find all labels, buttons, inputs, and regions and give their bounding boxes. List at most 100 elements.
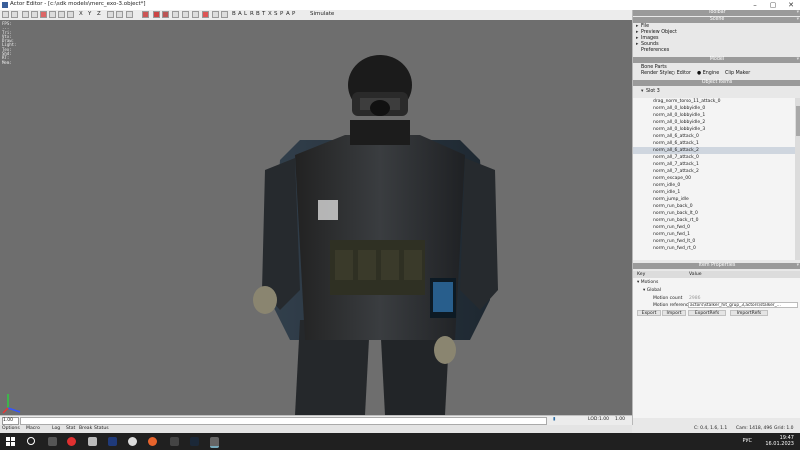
steam-icon[interactable]	[190, 437, 199, 446]
motion-list-scrollbar[interactable]	[795, 98, 800, 260]
terminal-icon[interactable]	[170, 437, 179, 446]
scale-icon[interactable]	[58, 11, 65, 18]
zoom-icon[interactable]	[116, 11, 123, 18]
motion-list-item[interactable]: norm_run_fwd_lt_0	[633, 238, 795, 245]
windows-start-icon[interactable]	[6, 437, 15, 446]
motion-reference-field[interactable]: actors\stalker_hit_grup_3,actors\stalker…	[688, 302, 798, 308]
mode-b[interactable]: B	[232, 11, 236, 17]
camera-icon[interactable]	[126, 11, 133, 18]
actor-editor-taskbar-icon[interactable]	[210, 437, 219, 448]
sound-icon[interactable]	[182, 11, 189, 18]
soldier-model[interactable]	[240, 40, 520, 415]
motion-list-item[interactable]: norm_run_back_0	[633, 203, 795, 210]
snap-icon[interactable]	[67, 11, 74, 18]
motion-list-item[interactable]: norm_run_fwd_0	[633, 224, 795, 231]
motion-list-item[interactable]: norm_idle_0	[633, 182, 795, 189]
motion-list-item[interactable]: norm_run_back_rt_0	[633, 217, 795, 224]
minimize-button[interactable]: –	[746, 0, 764, 10]
mode-b2[interactable]: B	[256, 11, 260, 17]
yandex-browser-icon[interactable]	[67, 437, 76, 446]
mode-l[interactable]: L	[244, 11, 247, 17]
motion-list-item[interactable]: norm_escape_00	[633, 175, 795, 182]
bone-parts-button[interactable]: Bone Parts	[641, 65, 667, 70]
redo-icon[interactable]	[11, 11, 18, 18]
command-line[interactable]	[20, 417, 547, 425]
tab-status[interactable]: Status	[94, 426, 109, 431]
prop-global-node[interactable]: ▾ Global	[643, 288, 661, 293]
motion-list-item[interactable]: norm_all_0_lobbyidle_2	[633, 119, 795, 126]
mode-x[interactable]: X	[268, 11, 272, 17]
chrome-icon[interactable]	[128, 437, 137, 446]
firefox-icon[interactable]	[148, 437, 157, 446]
plus-icon[interactable]	[142, 11, 149, 18]
scene-item-preferences[interactable]: Preferences	[636, 48, 669, 53]
move-icon[interactable]	[31, 11, 38, 18]
task-view-icon[interactable]	[48, 437, 57, 446]
scroll-thumb[interactable]	[796, 106, 800, 136]
export-button[interactable]: Export	[637, 310, 661, 316]
axis-y-toggle[interactable]: Y	[88, 11, 91, 17]
motion-list-item[interactable]: norm_run_fwd_1	[633, 231, 795, 238]
motion-list-item[interactable]: norm_all_0_lobbyidle_3	[633, 126, 795, 133]
object-root-item[interactable]: ▾ Slot 3	[641, 89, 660, 94]
prop-motions-node[interactable]: ▾ Motions	[637, 280, 658, 285]
scene-item-file[interactable]: ▸ File	[636, 24, 649, 29]
simulate-button[interactable]: Simulate	[310, 11, 334, 17]
search-icon[interactable]	[27, 437, 35, 445]
axis-x-toggle[interactable]: X	[79, 11, 83, 17]
shape-icon[interactable]	[192, 11, 199, 18]
tab-macro[interactable]: Macro	[26, 426, 40, 431]
undo-icon[interactable]	[2, 11, 9, 18]
mode-t[interactable]: T	[262, 11, 265, 17]
import-refs-button[interactable]: ImportRefs	[730, 310, 768, 316]
axis-z-toggle[interactable]: Z	[97, 11, 101, 17]
export-refs-button[interactable]: ExportRefs	[688, 310, 726, 316]
wire-icon[interactable]	[212, 11, 219, 18]
scene-header[interactable]: Scene ▾	[633, 17, 800, 23]
lod-value-2[interactable]: 1.00	[615, 417, 625, 423]
scene-item-images[interactable]: ▸ Images	[636, 36, 659, 41]
scene-item-preview-object[interactable]: ▸ Preview Object	[636, 30, 677, 35]
tab-options[interactable]: Options	[2, 426, 20, 431]
motion-list-item[interactable]: norm_jump_idle	[633, 196, 795, 203]
add-icon[interactable]	[40, 11, 47, 18]
model-header[interactable]: Model ▾	[633, 57, 800, 63]
motion-list-item[interactable]: norm_all_6_attack_0	[633, 133, 795, 140]
grid-icon[interactable]	[107, 11, 114, 18]
scene-item-sounds[interactable]: ▸ Sounds	[636, 42, 659, 47]
mode-a2[interactable]: A	[286, 11, 290, 17]
photoshop-icon[interactable]	[108, 437, 117, 446]
system-clock[interactable]: 19:47 16.01.2023	[765, 435, 794, 447]
motion-list-item[interactable]: norm_all_7_attack_0	[633, 154, 795, 161]
select-icon[interactable]	[22, 11, 29, 18]
render-editor-radio[interactable]: ○ Editor	[671, 71, 691, 76]
3d-viewport[interactable]: FPS: ... Tri: Vtx: Draw: Light: Tex: Shd…	[0, 20, 632, 415]
language-indicator[interactable]: РУС	[742, 438, 752, 444]
tab-break[interactable]: Break	[79, 426, 92, 431]
motion-list-item[interactable]: norm_all_7_attack_2	[633, 168, 795, 175]
motion-list-item[interactable]: norm_all_0_lobbyidle_0	[633, 105, 795, 112]
motion-list-item[interactable]: norm_run_fwd_rt_0	[633, 245, 795, 252]
close-button[interactable]: ✕	[782, 0, 800, 10]
fill-icon[interactable]	[202, 11, 209, 18]
motion-list-item[interactable]: norm_all_6_attack_2	[633, 147, 795, 154]
motion-list[interactable]: drag_norm_torso_11_attack_0 norm_all_0_lo…	[633, 98, 795, 260]
motion-list-item[interactable]: drag_norm_torso_11_attack_0	[633, 98, 795, 105]
lod-value[interactable]: 1.00	[599, 417, 609, 423]
motion-list-item[interactable]: norm_idle_1	[633, 189, 795, 196]
clip-maker-button[interactable]: Clip Maker	[725, 71, 750, 76]
tab-log[interactable]: Log	[52, 426, 60, 431]
import-button[interactable]: Import	[662, 310, 686, 316]
bone-icon[interactable]	[162, 11, 169, 18]
mode-p2[interactable]: P	[292, 11, 295, 17]
maximize-button[interactable]: ▢	[764, 0, 782, 10]
mode-p[interactable]: P	[280, 11, 283, 17]
motion-list-item[interactable]: norm_all_6_attack_1	[633, 140, 795, 147]
rotate-icon[interactable]	[49, 11, 56, 18]
motion-list-item[interactable]: norm_all_7_attack_1	[633, 161, 795, 168]
app-icon-generic[interactable]	[88, 437, 97, 446]
light-icon[interactable]	[172, 11, 179, 18]
texture-icon[interactable]	[221, 11, 228, 18]
object-icon[interactable]	[153, 11, 160, 18]
mode-a[interactable]: A	[238, 11, 242, 17]
